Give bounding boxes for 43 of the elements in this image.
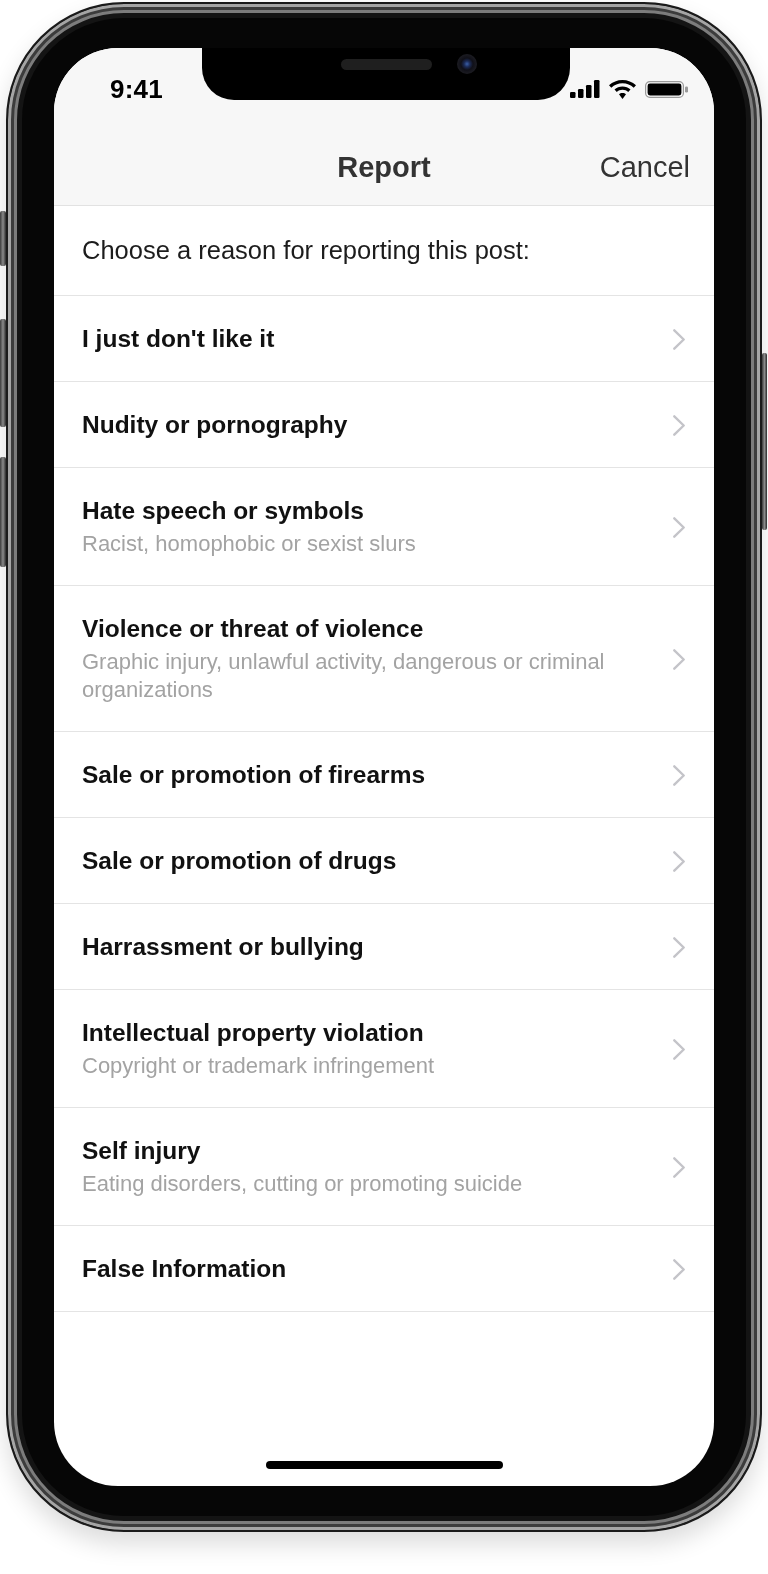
reason-title: Harrassment or bullying (82, 932, 364, 962)
reason-list-item[interactable]: I just don't like it (54, 296, 714, 382)
reason-list-item[interactable]: Nudity or pornography (54, 382, 714, 468)
chevron-right-icon (673, 764, 685, 786)
reason-list-item[interactable]: False Information (54, 1226, 714, 1312)
reason-list-item[interactable]: Violence or threat of violence Graphic injury, unlawful activity, dangerous or criminal organizations (54, 586, 714, 732)
reason-list-item[interactable]: Hate speech or symbols Racist, homophobic or sexist slurs (54, 468, 714, 586)
prompt-text: Choose a reason for reporting this post: (82, 235, 531, 265)
battery-icon (645, 80, 688, 98)
cancel-button[interactable]: Cancel (599, 151, 690, 184)
reason-list-item[interactable]: Self injury Eating disorders, cutting or promoting suicide (54, 1108, 714, 1226)
screen-title: Report (337, 151, 431, 184)
reason-list-item[interactable]: Intellectual property violation Copyright or trademark infringement (54, 990, 714, 1108)
reason-title: I just don't like it (82, 324, 275, 354)
reason-description: Racist, homophobic or sexist slurs (82, 530, 416, 558)
chevron-right-icon (673, 328, 685, 350)
reason-title: Sale or promotion of drugs (82, 846, 397, 876)
reason-title: Violence or threat of violence (82, 614, 424, 644)
reason-description: Eating disorders, cutting or promoting suicide (82, 1170, 523, 1198)
reason-description: Copyright or trademark infringement (82, 1052, 435, 1080)
reason-title: False Information (82, 1254, 287, 1284)
reason-list-item[interactable]: Sale or promotion of drugs (54, 818, 714, 904)
reason-title: Nudity or pornography (82, 410, 348, 440)
chevron-right-icon (673, 936, 685, 958)
chevron-right-icon (673, 516, 685, 538)
chevron-right-icon (673, 1258, 685, 1280)
reason-title: Hate speech or symbols (82, 496, 364, 526)
reason-title: Intellectual property violation (82, 1018, 424, 1048)
hardware-side-key (0, 211, 6, 266)
reason-description: Graphic injury, unlawful activity, dangerous or criminal organizations (82, 648, 606, 704)
reason-list-item[interactable]: Sale or promotion of firearms (54, 732, 714, 818)
reason-title: Self injury (82, 1136, 201, 1166)
wifi-icon (609, 79, 636, 99)
chevron-right-icon (673, 1156, 685, 1178)
signal-icon (570, 80, 600, 98)
front-camera (457, 54, 477, 74)
chevron-right-icon (673, 1038, 685, 1060)
chevron-right-icon (673, 648, 685, 670)
status-time: 9:41 (110, 73, 163, 105)
reason-title: Sale or promotion of firearms (82, 760, 426, 790)
chevron-right-icon (673, 850, 685, 872)
chevron-right-icon (673, 414, 685, 436)
reason-list-item[interactable]: Harrassment or bullying (54, 904, 714, 990)
